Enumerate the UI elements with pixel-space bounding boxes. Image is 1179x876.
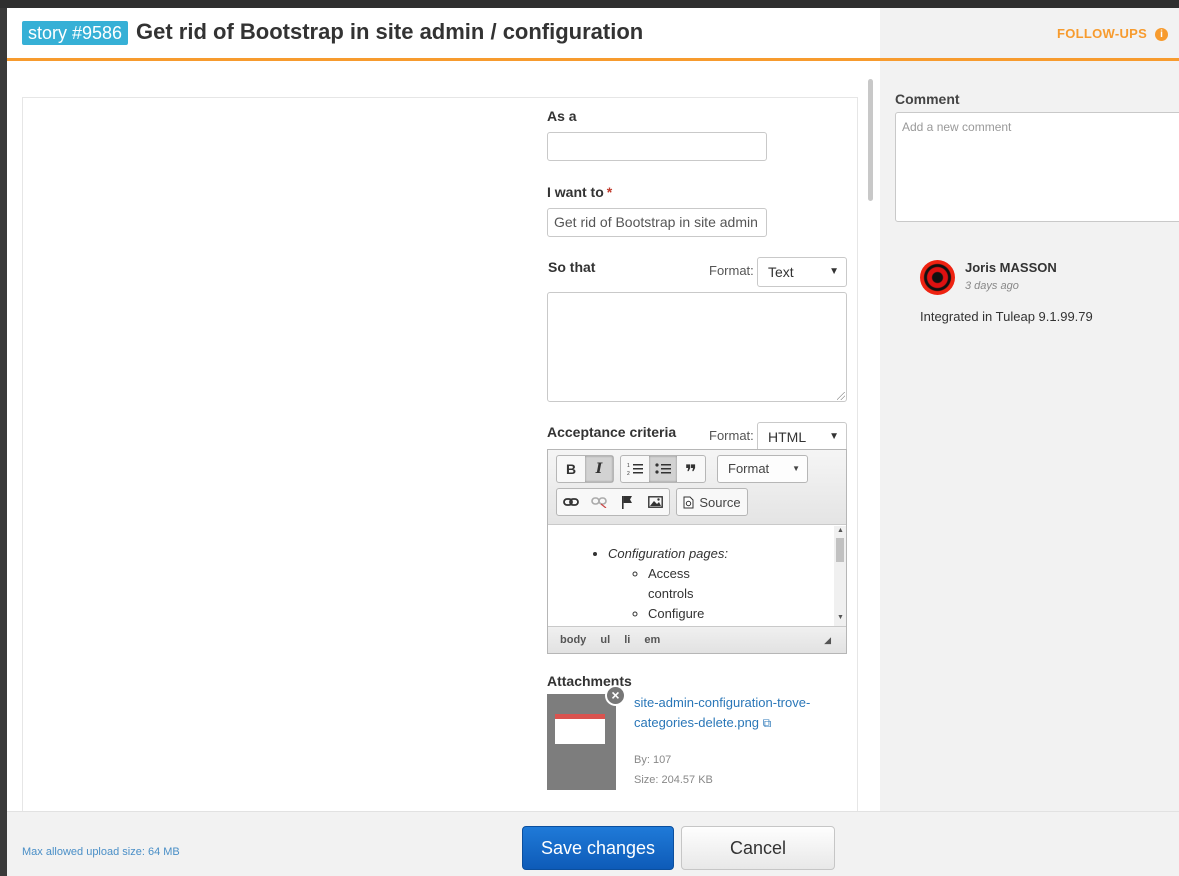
format-combo[interactable]: Format ▼ [717, 455, 808, 483]
editor-toolbar: B I 12 ❞ Format ▼ Source [548, 450, 846, 525]
so-that-label: So that [548, 259, 596, 275]
element-path-bar: body ul li em ◢ [548, 626, 846, 653]
save-button[interactable]: Save changes [522, 826, 674, 870]
scroll-up-icon[interactable]: ▲ [837, 527, 844, 534]
format-combo-label: Format [728, 461, 770, 476]
italic-button[interactable]: I [585, 456, 613, 482]
numbered-list-icon: 12 [627, 463, 643, 476]
acceptance-criteria-label: Acceptance criteria [547, 424, 677, 440]
list-group: 12 ❞ [620, 455, 706, 484]
resize-grip-icon[interactable]: ◢ [824, 627, 831, 653]
chevron-down-icon: ▼ [792, 464, 800, 473]
form-scrollbar[interactable] [868, 79, 873, 201]
attachment-size: Size: 204.57 KB [634, 774, 713, 786]
links-group [556, 488, 670, 516]
comments-pane: Comment Add a new comment Joris MASSON 3… [880, 61, 1179, 811]
followups-header[interactable]: FOLLOW-UPS i [1057, 26, 1169, 41]
comment-author[interactable]: Joris MASSON [965, 260, 1057, 275]
as-a-label: As a [547, 108, 577, 124]
svg-text:1: 1 [627, 463, 630, 469]
flag-icon [622, 496, 632, 509]
bulleted-list-icon [655, 463, 671, 474]
i-want-to-label-text: I want to [547, 184, 604, 200]
anchor-button[interactable] [613, 489, 641, 515]
artifact-badge: story #9586 [22, 21, 129, 45]
rich-text-editor: B I 12 ❞ Format ▼ Source • Configuration… [547, 449, 847, 654]
external-link-icon: ⧉ [762, 716, 772, 730]
as-a-input[interactable] [547, 132, 767, 161]
editor-content-area[interactable]: Configuration pages: Access controls Con… [548, 526, 833, 626]
scroll-down-icon[interactable]: ▼ [837, 614, 844, 621]
so-that-textarea[interactable] [547, 292, 847, 402]
source-label: Source [699, 494, 741, 510]
content-list: Configuration pages: Access controls Con… [548, 544, 833, 624]
artifact-modal: story #9586 Get rid of Bootstrap in site… [7, 8, 1179, 876]
numbered-list-button[interactable]: 12 [621, 456, 649, 482]
unlink-button[interactable] [585, 489, 613, 515]
comment-label: Comment [895, 91, 960, 107]
link-icon [563, 498, 579, 506]
thumbnail-bar [555, 714, 605, 719]
remove-attachment-icon[interactable]: × [605, 685, 626, 706]
list-item: Configuration pages: Access controls Con… [608, 544, 833, 624]
bold-button[interactable]: B [557, 456, 585, 482]
chevron-down-icon: ▼ [829, 431, 839, 442]
comment-time: 3 days ago [965, 280, 1019, 292]
list-item: Access controls [648, 564, 718, 604]
chevron-down-icon: ▼ [829, 266, 839, 277]
form-pane: As a I want to * Get rid of Bootstrap in … [7, 61, 880, 817]
info-icon[interactable]: i [1155, 28, 1169, 41]
source-button[interactable]: Source [676, 488, 748, 516]
image-icon [647, 496, 663, 508]
so-that-format-label: Format: [709, 263, 754, 278]
path-item[interactable]: em [644, 634, 660, 646]
modal-footer: Max allowed upload size: 64 MB Save chan… [7, 811, 1179, 876]
unlink-icon [591, 497, 607, 508]
page-title: Get rid of Bootstrap in site admin / con… [136, 19, 644, 44]
acceptance-format-select[interactable]: HTML ▼ [757, 422, 847, 452]
attachment-thumbnail[interactable] [547, 694, 616, 790]
cancel-button[interactable]: Cancel [681, 826, 835, 870]
so-that-format-value: Text [768, 264, 794, 280]
svg-text:2: 2 [627, 471, 630, 476]
thumbnail-preview [555, 714, 605, 744]
link-button[interactable] [557, 489, 585, 515]
comment-input[interactable]: Add a new comment [895, 112, 1179, 222]
list-item: Configure [648, 604, 833, 624]
editor-scrollbar[interactable]: ▲ ▼ [834, 526, 846, 626]
acceptance-format-value: HTML [768, 429, 807, 445]
sub-list: Access controls Configure [608, 564, 833, 624]
bulleted-list-button[interactable] [649, 456, 677, 482]
page-backdrop [0, 0, 1179, 8]
image-button[interactable] [641, 489, 669, 515]
so-that-format-select[interactable]: Text ▼ [757, 257, 847, 287]
followups-label: FOLLOW-UPS [1057, 26, 1148, 41]
path-item[interactable]: body [560, 634, 586, 646]
i-want-to-label: I want to * [547, 184, 612, 200]
blockquote-button[interactable]: ❞ [677, 456, 705, 484]
required-mark: * [606, 184, 613, 200]
avatar [920, 260, 955, 295]
i-want-to-input[interactable]: Get rid of Bootstrap in site admin [547, 208, 767, 237]
list-item-text: Configuration pages: [608, 546, 728, 561]
scroll-thumb[interactable] [836, 538, 844, 562]
resize-grip-icon[interactable] [837, 392, 845, 400]
path-item[interactable]: ul [600, 634, 610, 646]
comment-text: Integrated in Tuleap 9.1.99.79 [920, 309, 1093, 324]
source-icon [683, 496, 694, 508]
attachment-author: By: 107 [634, 754, 672, 766]
acceptance-format-label: Format: [709, 428, 754, 443]
attachment-link[interactable]: site-admin-configuration-trove-categorie… [634, 693, 834, 733]
upload-size-note: Max allowed upload size: 64 MB [22, 846, 180, 858]
path-item[interactable]: li [624, 634, 630, 646]
modal-header: story #9586 Get rid of Bootstrap in site… [7, 8, 1179, 61]
attachment-file-name: site-admin-configuration-trove-categorie… [634, 695, 811, 730]
basic-styles-group: B I [556, 455, 614, 483]
